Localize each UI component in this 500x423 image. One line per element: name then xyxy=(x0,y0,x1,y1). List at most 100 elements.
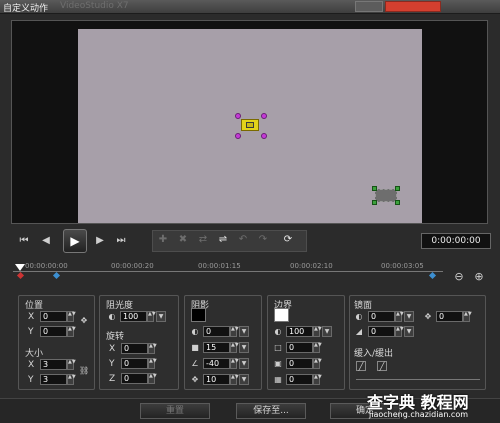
playhead-marker[interactable] xyxy=(15,264,25,271)
mirror-spinner-1[interactable]: ▲▼ xyxy=(395,311,404,322)
resize-handle-bottom-right[interactable] xyxy=(261,133,267,139)
keyframe-marker[interactable] xyxy=(52,271,61,280)
shadow-panel: 阴影 ◐ 0 ▲▼ ▼ ■ 15 ▲▼ ▼ ∠ -40 ▲▼ ▼ ✥ 10 ▲▼… xyxy=(184,295,262,390)
zoom-in-icon[interactable]: ⊕ xyxy=(472,270,486,284)
mirror-dropdown-2[interactable]: ▼ xyxy=(404,326,414,337)
move-right-icon[interactable]: ↷ xyxy=(256,233,270,247)
opacity-field[interactable]: 100 xyxy=(120,311,147,322)
mirror-field-1[interactable]: 0 xyxy=(368,311,395,322)
opacity-spinner[interactable]: ▲▼ xyxy=(147,311,156,322)
rotation-y-spinner[interactable]: ▲▼ xyxy=(148,358,157,369)
mirror-field-3[interactable]: 0 xyxy=(436,311,463,322)
border-field-4[interactable]: 0 xyxy=(286,374,313,385)
border-field-2[interactable]: 0 xyxy=(286,342,313,353)
timeline-track[interactable] xyxy=(13,271,443,272)
mirror-spinner-2[interactable]: ▲▼ xyxy=(395,326,404,337)
ease-out-icon[interactable]: ╱ xyxy=(377,361,387,371)
preview-canvas[interactable] xyxy=(78,29,422,223)
fade-slider[interactable] xyxy=(356,379,480,380)
next-frame-icon[interactable]: ▶ xyxy=(93,234,107,248)
opacity-rotation-panel: 阻光度 ◐ 100 ▲▼ ▼ 旋转 X 0 ▲▼ Y 0 ▲▼ Z 0 ▲▼ xyxy=(99,295,179,390)
ruler-tick: 00:00:00:20 xyxy=(111,262,154,270)
mirror-label: 镜面 xyxy=(354,301,373,311)
border-spinner-4[interactable]: ▲▼ xyxy=(313,374,322,385)
reverse-keyframe-icon[interactable]: ⇄ xyxy=(196,233,210,247)
shadow-spinner-2[interactable]: ▲▼ xyxy=(230,342,239,353)
border-color-swatch[interactable] xyxy=(274,308,289,322)
end-handle-bottom-right[interactable] xyxy=(395,200,400,205)
shadow-spinner-3[interactable]: ▲▼ xyxy=(230,358,239,369)
mirror-field-2[interactable]: 0 xyxy=(368,326,395,337)
border-field-3[interactable]: 0 xyxy=(286,358,313,369)
shadow-spinner-1[interactable]: ▲▼ xyxy=(230,326,239,337)
rotation-z-field[interactable]: 0 xyxy=(121,373,148,384)
resize-handle-top-right[interactable] xyxy=(261,113,267,119)
rotation-x-spinner[interactable]: ▲▼ xyxy=(148,343,157,354)
shadow-dropdown-3[interactable]: ▼ xyxy=(239,358,249,369)
play-button[interactable]: ▶ xyxy=(63,229,87,253)
end-handle-top-left[interactable] xyxy=(372,186,377,191)
end-position-object[interactable] xyxy=(375,189,397,202)
start-position-object[interactable] xyxy=(241,119,259,131)
resize-handle-bottom-left[interactable] xyxy=(235,133,241,139)
size-link-icon[interactable]: ⛓ xyxy=(79,366,89,376)
opacity-icon: ◐ xyxy=(108,312,116,321)
add-keyframe-icon[interactable]: ✚ xyxy=(156,233,170,247)
save-as-button[interactable]: 保存至... xyxy=(236,403,306,419)
go-to-start-icon[interactable]: ⏮ xyxy=(17,234,31,248)
shadow-field-3[interactable]: -40 xyxy=(203,358,230,369)
size-y-label: Y xyxy=(28,375,34,385)
start-keyframe[interactable] xyxy=(16,271,25,280)
shadow-distance-icon: ✥ xyxy=(191,375,199,384)
end-handle-top-right[interactable] xyxy=(395,186,400,191)
go-to-end-icon[interactable]: ⏭ xyxy=(114,234,128,248)
move-left-icon[interactable]: ↶ xyxy=(236,233,250,247)
position-y-field[interactable]: 0 xyxy=(40,326,67,337)
border-spinner-1[interactable]: ▲▼ xyxy=(313,326,322,337)
position-x-field[interactable]: 0 xyxy=(40,311,67,322)
position-x-spinner[interactable]: ▲▼ xyxy=(67,311,76,322)
minimize-button[interactable] xyxy=(355,1,383,12)
previous-frame-icon[interactable]: ◀ xyxy=(39,234,53,248)
shadow-dropdown-4[interactable]: ▼ xyxy=(239,374,249,385)
opacity-dropdown[interactable]: ▼ xyxy=(156,311,166,322)
shadow-field-1[interactable]: 0 xyxy=(203,326,230,337)
remove-keyframe-icon[interactable]: ✖ xyxy=(176,233,190,247)
position-y-label: Y xyxy=(28,327,34,337)
rotation-x-label: X xyxy=(109,344,116,354)
border-field-1[interactable]: 100 xyxy=(286,326,313,337)
zoom-out-icon[interactable]: ⊖ xyxy=(452,270,466,284)
end-handle-bottom-left[interactable] xyxy=(372,200,377,205)
swap-keyframe-icon[interactable]: ⇌ xyxy=(216,233,230,247)
rotation-z-spinner[interactable]: ▲▼ xyxy=(148,373,157,384)
size-y-spinner[interactable]: ▲▼ xyxy=(67,374,76,385)
rotation-y-field[interactable]: 0 xyxy=(121,358,148,369)
border-dropdown-1[interactable]: ▼ xyxy=(322,326,332,337)
size-x-spinner[interactable]: ▲▼ xyxy=(67,359,76,370)
size-y-field[interactable]: 3 xyxy=(40,374,67,385)
shadow-dropdown-1[interactable]: ▼ xyxy=(239,326,249,337)
mirror-dropdown-1[interactable]: ▼ xyxy=(404,311,414,322)
border-spinner-2[interactable]: ▲▼ xyxy=(313,342,322,353)
position-y-spinner[interactable]: ▲▼ xyxy=(67,326,76,337)
size-x-field[interactable]: 3 xyxy=(40,359,67,370)
timeline-ruler[interactable]: 00:00:00:00 00:00:00:20 00:00:01:15 00:0… xyxy=(11,259,454,281)
end-keyframe[interactable] xyxy=(428,271,437,280)
rotation-x-field[interactable]: 0 xyxy=(121,343,148,354)
timecode-display[interactable]: 0:00:00:00 xyxy=(421,233,491,249)
mirror-spinner-3[interactable]: ▲▼ xyxy=(463,311,472,322)
border-spinner-3[interactable]: ▲▼ xyxy=(313,358,322,369)
watermark-url: jiaocheng.chazidian.com xyxy=(369,410,469,419)
reset-keyframe-icon[interactable]: ⟳ xyxy=(281,233,295,247)
reset-button[interactable]: 重置 xyxy=(140,403,210,419)
position-move-icon[interactable]: ✥ xyxy=(79,316,89,326)
resize-handle-top-left[interactable] xyxy=(235,113,241,119)
border-opacity-icon: ◐ xyxy=(274,327,282,336)
close-button[interactable] xyxy=(385,1,441,12)
shadow-field-2[interactable]: 15 xyxy=(203,342,230,353)
ease-in-icon[interactable]: ╱ xyxy=(356,361,366,371)
shadow-field-4[interactable]: 10 xyxy=(203,374,230,385)
shadow-color-swatch[interactable] xyxy=(191,308,206,322)
shadow-spinner-4[interactable]: ▲▼ xyxy=(230,374,239,385)
shadow-dropdown-2[interactable]: ▼ xyxy=(239,342,249,353)
